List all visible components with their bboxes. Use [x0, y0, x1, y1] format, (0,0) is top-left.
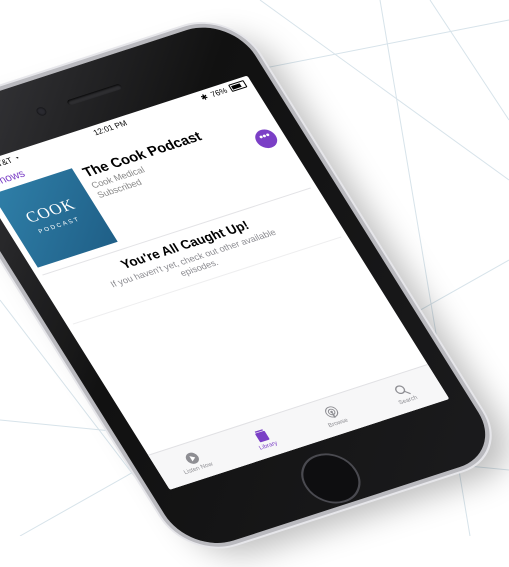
bluetooth-icon: ✱ — [198, 91, 210, 102]
battery-percent: 76% — [208, 85, 229, 99]
tab-search[interactable]: Search — [369, 375, 438, 413]
more-options-button[interactable]: ••• — [251, 126, 282, 151]
app-screen: ▮▮▮ AT&T ◔ 12:01 PM ✱ 76% ‹ Shows — [0, 75, 450, 490]
wifi-icon: ◔ — [11, 153, 22, 163]
tab-browse[interactable]: Browse — [300, 398, 369, 436]
phone-wrap: ▮▮▮ AT&T ◔ 12:01 PM ✱ 76% ‹ Shows — [0, 0, 509, 555]
status-time: 12:01 PM — [91, 118, 129, 137]
earpiece-speaker — [66, 83, 123, 106]
phone: ▮▮▮ AT&T ◔ 12:01 PM ✱ 76% ‹ Shows — [0, 3, 509, 555]
tab-library[interactable]: Library — [230, 420, 299, 458]
tab-listen-now[interactable]: Listen Now — [160, 443, 229, 481]
iphone-device: ▮▮▮ AT&T ◔ 12:01 PM ✱ 76% ‹ Shows — [0, 15, 504, 555]
carrier-label: AT&T — [0, 155, 14, 170]
home-button[interactable] — [290, 446, 372, 511]
front-camera — [34, 106, 49, 117]
tab-bar: Listen Now Library Browse Search — [147, 363, 450, 490]
battery-icon — [227, 80, 248, 92]
